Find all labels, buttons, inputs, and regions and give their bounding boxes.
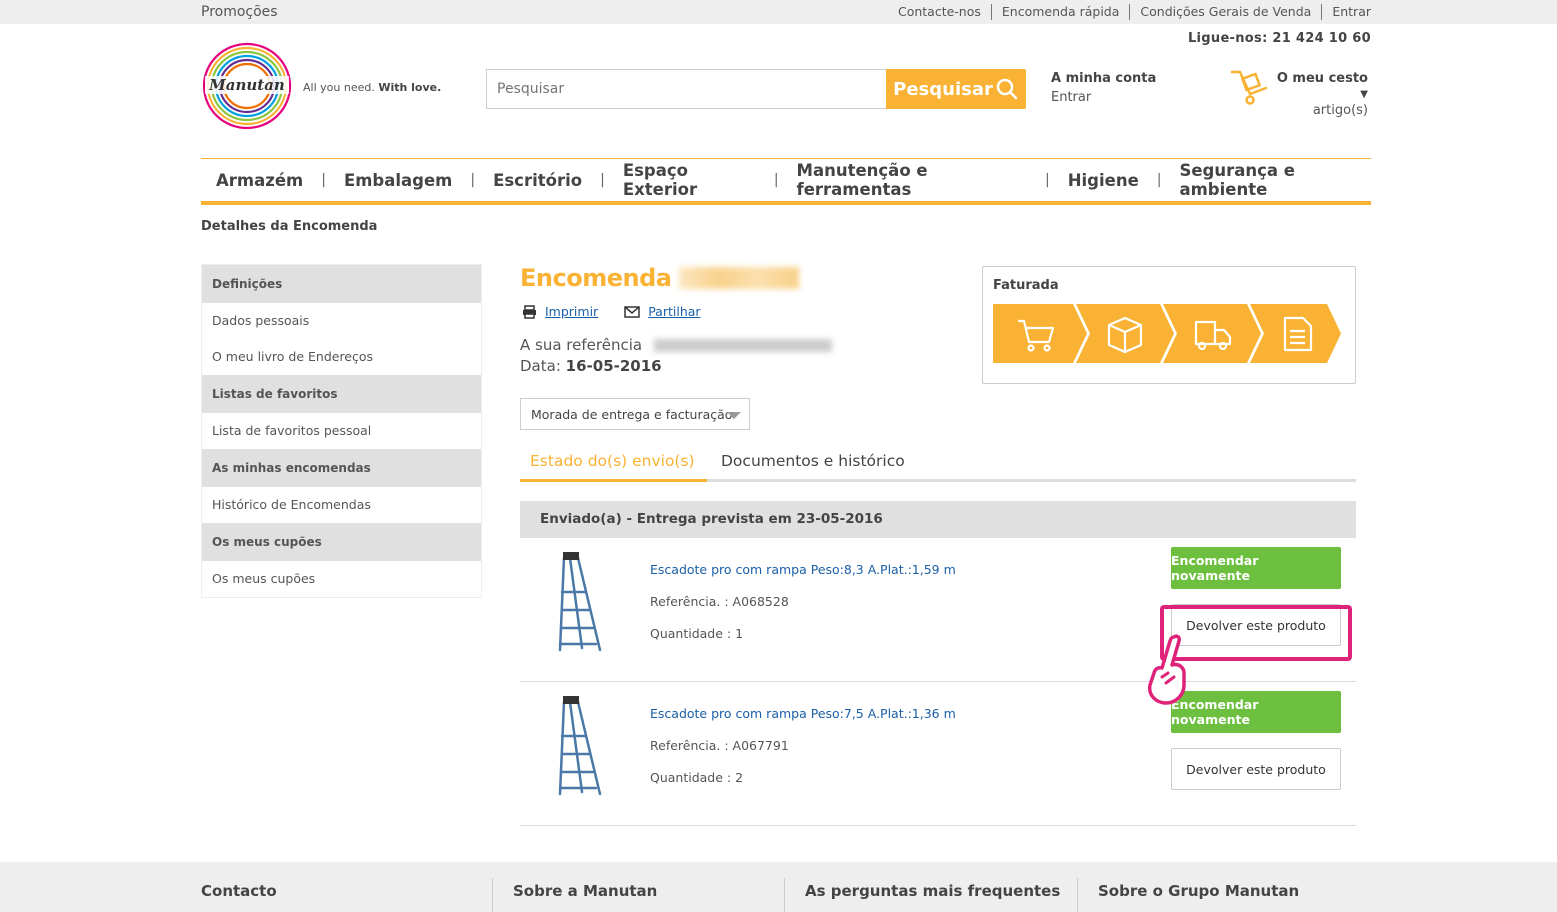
footer-col-faq: As perguntas mais frequentes [805, 882, 1061, 900]
chevron-down-icon [727, 412, 741, 419]
nav-item-espaco-exterior[interactable]: Espaço Exterior [623, 161, 756, 199]
product-reference: Referência. : A067791 [650, 738, 789, 753]
cart-menu[interactable]: O meu cesto ▼ artigo(s) [1276, 71, 1368, 118]
reference-redacted [654, 338, 833, 352]
phone-number: Ligue-nos: 21 424 10 60 [1187, 31, 1371, 46]
search-icon [996, 78, 1018, 100]
logo-text: Manutan [208, 76, 285, 94]
sidebar-item-personal-data[interactable]: Dados pessoais [202, 303, 481, 339]
reorder-button[interactable]: Encomendar novamente [1171, 691, 1341, 733]
order-title: Encomenda [520, 264, 800, 292]
status-progress-steps [993, 304, 1341, 363]
sidebar-item-address-book[interactable]: O meu livro de Endereços [202, 339, 481, 375]
chevron-down-icon: ▼ [1360, 89, 1368, 100]
nav-item-higiene[interactable]: Higiene [1068, 171, 1139, 190]
search-button[interactable]: Pesquisar [886, 69, 1026, 109]
top-bar: Promoções Contacte-nos Encomenda rápida … [0, 0, 1557, 24]
account-menu[interactable]: A minha conta Entrar [1051, 71, 1156, 105]
order-tabs: Estado do(s) envio(s) Documentos e histó… [520, 448, 1356, 482]
sidebar-section-orders: As minhas encomendas [202, 449, 481, 487]
product-name-link[interactable]: Escadote pro com rampa Peso:7,5 A.Plat.:… [650, 706, 956, 721]
nav-item-embalagem[interactable]: Embalagem [344, 171, 452, 190]
your-reference: A sua referência [520, 336, 833, 354]
search-input[interactable] [486, 69, 887, 109]
sidebar-item-personal-favorites[interactable]: Lista de favoritos pessoal [202, 413, 481, 449]
login-link[interactable]: Entrar [1321, 4, 1371, 20]
product-reference: Referência. : A068528 [650, 594, 789, 609]
main-nav: Armazém | Embalagem | Escritório | Espaço E… [201, 158, 1371, 205]
footer-col-about: Sobre a Manutan [513, 882, 658, 900]
nav-item-escritorio[interactable]: Escritório [493, 171, 582, 190]
pointing-hand-icon [1147, 634, 1186, 705]
product-image [558, 696, 602, 796]
product-image [558, 552, 602, 652]
promotions-link[interactable]: Promoções [201, 4, 278, 20]
order-actions: Imprimir Partilhar [522, 304, 727, 319]
share-link[interactable]: Partilhar [624, 304, 701, 319]
tagline: All you need. With love. [303, 81, 442, 94]
return-product-button[interactable]: Devolver este produto [1171, 748, 1341, 790]
order-date: Data: 16-05-2016 [520, 357, 662, 375]
shipment-header: Enviado(a) - Entrega prevista em 23-05-2… [520, 501, 1356, 538]
printer-icon [523, 304, 536, 319]
manutan-logo[interactable]: Manutan [201, 40, 293, 132]
sidebar-section-settings: Definições [202, 265, 481, 303]
product-row: Escadote pro com rampa Peso:7,5 A.Plat.:… [520, 682, 1356, 826]
print-link[interactable]: Imprimir [522, 304, 598, 319]
account-sidebar: Definições Dados pessoais O meu livro de… [201, 264, 482, 598]
product-quantity: Quantidade : 1 [650, 626, 744, 641]
sidebar-section-coupons: Os meus cupões [202, 523, 481, 561]
envelope-icon [624, 305, 640, 318]
contact-link[interactable]: Contacte-nos [888, 4, 991, 20]
quick-order-link[interactable]: Encomenda rápida [990, 4, 1130, 20]
footer: Contacto Sobre a Manutan As perguntas ma… [0, 862, 1557, 912]
sidebar-item-order-history[interactable]: Histórico de Encomendas [202, 487, 481, 523]
terms-link[interactable]: Condições Gerais de Venda [1129, 4, 1321, 20]
cart-icon[interactable] [1230, 66, 1274, 106]
order-number-redacted [679, 267, 800, 289]
footer-col-contact: Contacto [201, 882, 277, 900]
nav-item-manutencao[interactable]: Manutenção e ferramentas [797, 161, 1027, 199]
order-status-box: Faturada [982, 266, 1356, 384]
sidebar-item-coupons[interactable]: Os meus cupões [202, 561, 481, 597]
reorder-button[interactable]: Encomendar novamente [1171, 547, 1341, 589]
product-quantity: Quantidade : 2 [650, 770, 744, 785]
breadcrumb: Detalhes da Encomenda [201, 219, 378, 234]
tab-shipment-status[interactable]: Estado do(s) envio(s) [520, 448, 707, 482]
nav-item-armazem[interactable]: Armazém [216, 171, 303, 190]
tab-documents-history[interactable]: Documentos e histórico [711, 448, 915, 482]
product-name-link[interactable]: Escadote pro com rampa Peso:8,3 A.Plat.:… [650, 562, 956, 577]
status-label: Faturada [993, 278, 1059, 293]
address-select[interactable]: Morada de entrega e facturação [520, 398, 750, 430]
sidebar-section-favorites: Listas de favoritos [202, 375, 481, 413]
top-links: Contacte-nos Encomenda rápida Condições … [888, 4, 1371, 20]
footer-col-group: Sobre o Grupo Manutan [1098, 882, 1300, 900]
nav-item-seguranca[interactable]: Segurança e ambiente [1179, 161, 1371, 199]
